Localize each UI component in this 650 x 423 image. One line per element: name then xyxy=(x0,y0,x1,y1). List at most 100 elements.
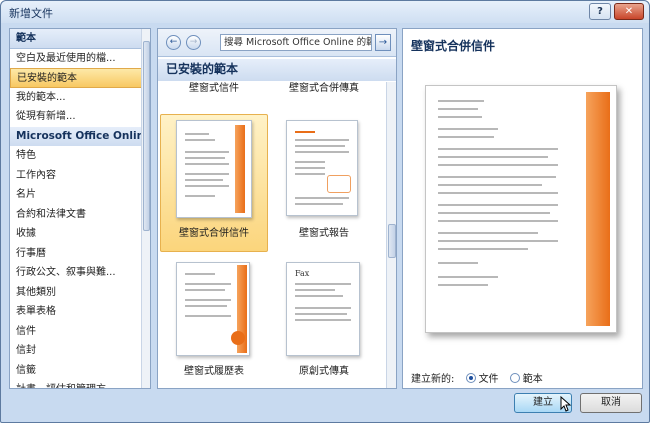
template-category-panel: 範本 空白及最近使用的檔... 已安裝的範本 我的範本... 從現有新增... Micro… xyxy=(9,28,151,389)
category-scrollbar[interactable] xyxy=(141,29,150,388)
category-item[interactable]: 信封 xyxy=(10,341,142,361)
category-group-header[interactable]: Microsoft Office Online xyxy=(10,126,142,146)
template-radio[interactable] xyxy=(509,373,520,383)
category-item[interactable]: 信籤 xyxy=(10,361,142,381)
template-thumbnail: Fax xyxy=(286,262,360,356)
thumb-text-line xyxy=(295,197,349,199)
category-item[interactable]: 我的範本... xyxy=(10,88,142,108)
category-item[interactable]: 計畫、評估和管理方... xyxy=(10,380,142,388)
thumb-text-line xyxy=(295,139,349,141)
thumb-text-line xyxy=(295,151,349,153)
partial-template-label[interactable]: 壁窗式合併傳真 xyxy=(270,82,378,94)
thumb-text-line xyxy=(185,289,225,291)
template-radio-label[interactable]: 範本 xyxy=(523,374,543,385)
create-new-label: 建立新的: xyxy=(411,374,455,385)
thumb-text-line xyxy=(185,173,229,175)
document-radio-label[interactable]: 文件 xyxy=(479,374,499,385)
preview-panel: 壁窗式合併信件 建立新的: 文件 範本 xyxy=(402,28,643,389)
category-item[interactable]: 已安裝的範本 xyxy=(10,68,142,88)
category-item[interactable]: 從現有新增... xyxy=(10,107,142,127)
category-scrollbar-thumb[interactable] xyxy=(143,41,150,231)
thumb-text-line xyxy=(185,157,225,159)
thumb-text-line xyxy=(185,305,227,307)
thumb-text-line xyxy=(185,315,231,317)
category-list: 範本 空白及最近使用的檔... 已安裝的範本 我的範本... 從現有新增... Micro… xyxy=(10,29,142,388)
orange-circle-decoration xyxy=(231,331,245,345)
category-group-header: 範本 xyxy=(10,29,142,49)
template-tile-fax[interactable]: Fax 原創式傳真 xyxy=(270,258,378,388)
thumb-text-line xyxy=(295,167,325,169)
preview-text-line xyxy=(438,176,556,178)
template-gallery-panel: ← → 搜尋 Microsoft Office Online 的範本 → 已安裝… xyxy=(157,28,397,389)
forward-button[interactable]: → xyxy=(186,35,201,50)
template-tile-report[interactable]: 壁窗式報告 xyxy=(270,114,378,252)
thumb-text-line xyxy=(185,133,209,135)
template-label: 壁窗式履歷表 xyxy=(184,366,244,377)
gallery-scrollbar-thumb[interactable] xyxy=(388,224,396,258)
category-item[interactable]: 行事曆 xyxy=(10,244,142,264)
online-search-input[interactable]: 搜尋 Microsoft Office Online 的範本 xyxy=(220,34,372,51)
category-item[interactable]: 特色 xyxy=(10,146,142,166)
category-item[interactable]: 名片 xyxy=(10,185,142,205)
title-bar: 新增文件 ? ✕ xyxy=(1,1,649,23)
category-item[interactable]: 信件 xyxy=(10,322,142,342)
thumb-text-line xyxy=(295,307,351,309)
template-tile-resume[interactable]: 壁窗式履歷表 xyxy=(160,258,268,388)
preview-text-line xyxy=(438,262,478,264)
thumb-text-line xyxy=(295,319,351,321)
preview-text-line xyxy=(438,220,558,222)
preview-text-line xyxy=(438,276,498,278)
thumb-text-line xyxy=(185,163,229,165)
category-item[interactable]: 合約和法律文書 xyxy=(10,205,142,225)
cancel-button[interactable]: 取消 xyxy=(580,393,642,413)
orange-sidebar-decoration xyxy=(586,92,610,326)
document-radio[interactable] xyxy=(465,373,476,383)
template-thumbnail xyxy=(176,120,252,218)
preview-text-line xyxy=(438,108,478,110)
help-button[interactable]: ? xyxy=(589,3,611,20)
preview-text-line xyxy=(438,240,558,242)
preview-text-line xyxy=(438,212,550,214)
preview-document-page xyxy=(425,85,617,333)
thumb-text-line xyxy=(185,299,231,301)
template-grid: 壁窗式信件 壁窗式合併傳真 壁窗式合併信件 壁窗式報告 壁窗式履歷表 Fax 原… xyxy=(158,82,386,388)
mouse-pointer-icon xyxy=(560,396,572,412)
category-item[interactable]: 空白及最近使用的檔... xyxy=(10,49,142,69)
gallery-scrollbar[interactable] xyxy=(386,82,396,388)
preview-text-line xyxy=(438,128,498,130)
thumb-text-line xyxy=(295,131,315,133)
category-item[interactable]: 行政公文、叙事與難... xyxy=(10,263,142,283)
thumb-text-line xyxy=(185,185,229,187)
thumb-text-line xyxy=(185,151,229,153)
category-item[interactable]: 工作內容 xyxy=(10,166,142,186)
preview-text-line xyxy=(438,148,558,150)
preview-text-line xyxy=(438,284,488,286)
template-tile-merge-letter[interactable]: 壁窗式合併信件 xyxy=(160,114,268,252)
orange-sidebar-decoration xyxy=(235,125,245,213)
preview-text-line xyxy=(438,116,482,118)
category-item[interactable]: 其他類別 xyxy=(10,283,142,303)
template-label: 壁窗式合併信件 xyxy=(179,228,249,239)
window-title: 新增文件 xyxy=(9,7,53,20)
thumb-text-line xyxy=(185,179,223,181)
search-go-button[interactable]: → xyxy=(375,34,391,51)
thumb-text-line xyxy=(185,283,231,285)
thumb-text-line xyxy=(295,313,347,315)
thumb-text-line xyxy=(295,203,343,205)
preview-title: 壁窗式合併信件 xyxy=(411,39,496,53)
create-new-row: 建立新的: 文件 範本 xyxy=(411,370,543,385)
partial-template-label[interactable]: 壁窗式信件 xyxy=(160,82,268,94)
category-item[interactable]: 收據 xyxy=(10,224,142,244)
template-label: 原創式傳真 xyxy=(299,366,349,377)
back-button[interactable]: ← xyxy=(166,35,181,50)
template-thumbnail xyxy=(176,262,250,356)
orange-callout-box xyxy=(327,175,351,193)
close-button[interactable]: ✕ xyxy=(614,3,644,20)
thumb-text-line xyxy=(185,139,215,141)
preview-text-line xyxy=(438,184,542,186)
category-item[interactable]: 表單表格 xyxy=(10,302,142,322)
thumb-text-line xyxy=(185,195,215,197)
preview-text-line xyxy=(438,232,538,234)
preview-text-line xyxy=(438,192,558,194)
fax-title-text: Fax xyxy=(295,269,310,278)
